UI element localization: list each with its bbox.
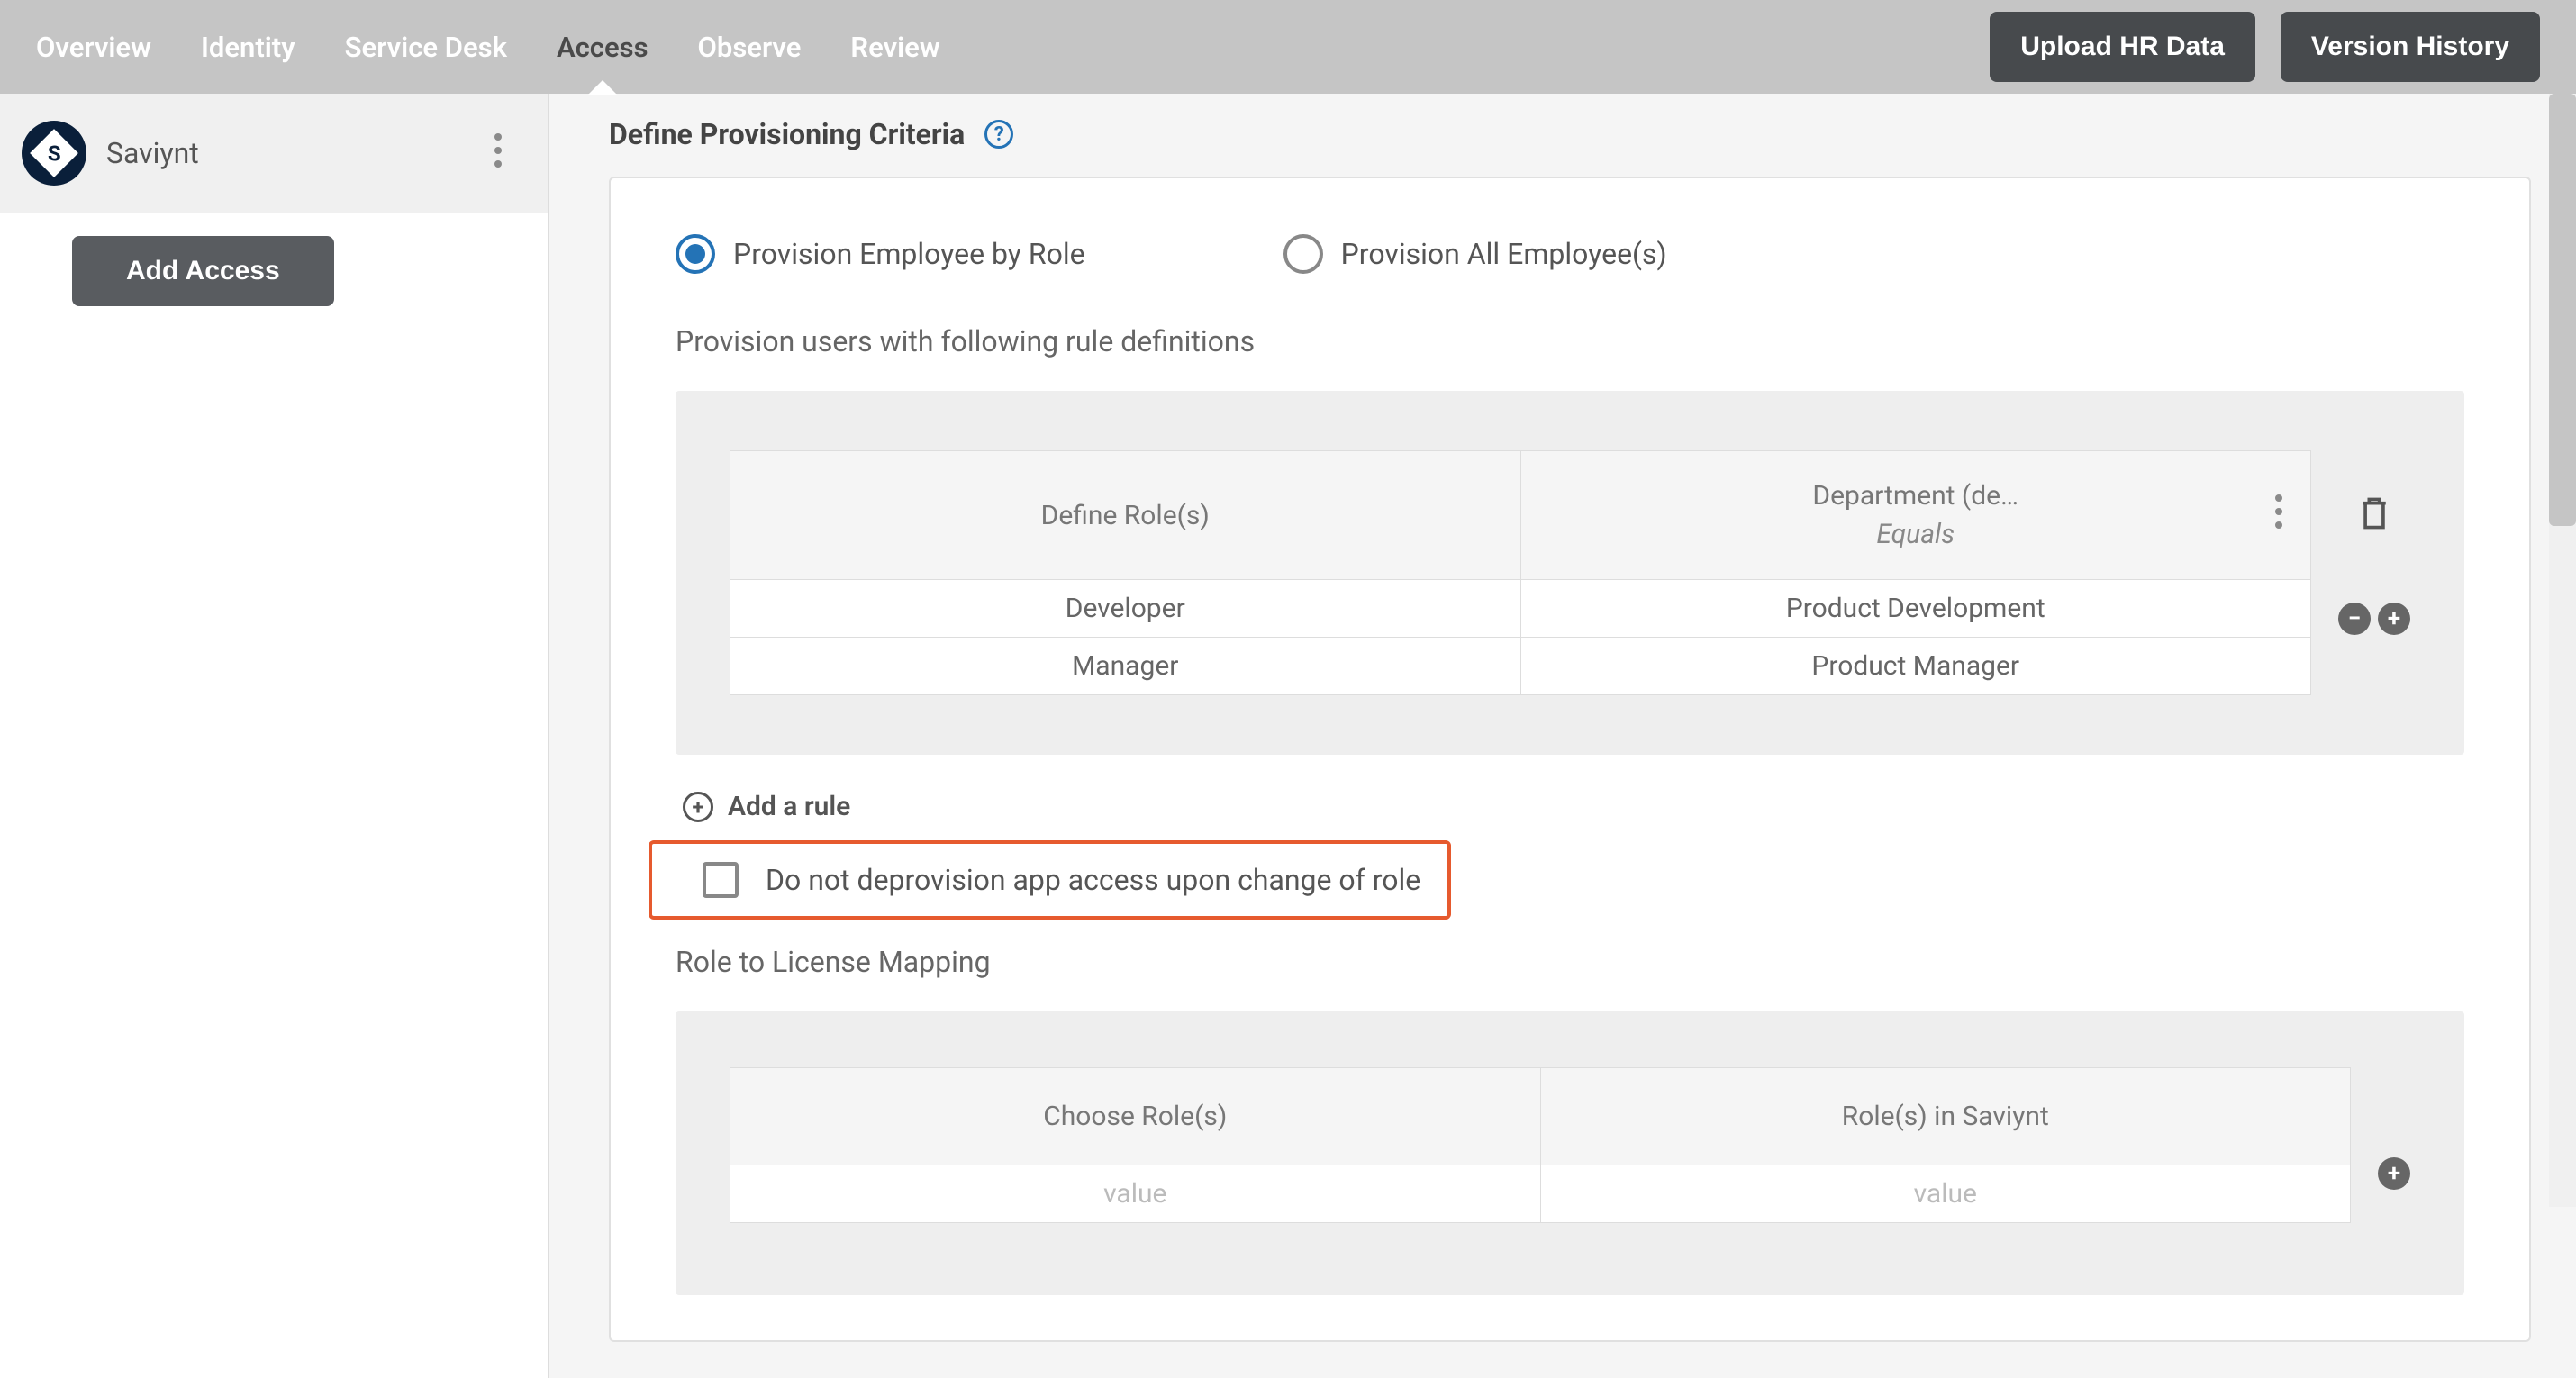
add-access-button[interactable]: Add Access [72, 236, 334, 306]
table-row: Manager Product Manager [730, 638, 2311, 695]
topnav-actions: Upload HR Data Version History [1990, 12, 2540, 82]
app-kebab-icon[interactable] [485, 123, 512, 184]
scrollbar-thumb[interactable] [2549, 94, 2576, 526]
rule-header-dept-text: Department (de… [1812, 480, 2018, 512]
cell-dept[interactable]: Product Manager [1520, 638, 2311, 695]
version-history-button[interactable]: Version History [2281, 12, 2540, 82]
topnav-tabs: Overview Identity Service Desk Access Ob… [36, 0, 1990, 94]
plus-circle-icon: + [683, 792, 713, 822]
tab-observe[interactable]: Observe [698, 0, 802, 94]
add-rule-button[interactable]: + Add a rule [676, 791, 2464, 822]
scrollbar[interactable] [2549, 94, 2576, 1207]
add-mapping-row-icon[interactable]: + [2378, 1157, 2410, 1190]
rule-header-roles[interactable]: Define Role(s) [730, 451, 1521, 580]
rule-header-dept-sub: Equals [1876, 519, 1955, 550]
map-header-roles-in-app[interactable]: Role(s) in Saviynt [1540, 1068, 2351, 1165]
add-row-icon[interactable]: + [2378, 603, 2410, 635]
upload-hr-data-button[interactable]: Upload HR Data [1990, 12, 2255, 82]
section-title: Define Provisioning Criteria [609, 117, 965, 151]
mapping-block: Choose Role(s) Role(s) in Saviynt value … [676, 1011, 2464, 1295]
sidebar: S Saviynt Add Access [0, 94, 549, 1378]
app-logo-letter: S [48, 141, 61, 166]
table-row: value value [730, 1165, 2351, 1223]
main-content: Define Provisioning Criteria ? Provision… [549, 94, 2576, 1378]
cell-role[interactable]: Manager [730, 638, 1521, 695]
radio-provision-all[interactable]: Provision All Employee(s) [1283, 234, 1667, 274]
radio-icon [1283, 234, 1323, 274]
deprovision-checkbox-row: Do not deprovision app access upon chang… [649, 840, 1451, 920]
app-name: Saviynt [106, 136, 465, 170]
tab-review[interactable]: Review [850, 0, 939, 94]
cell-dept[interactable]: Product Development [1520, 580, 2311, 638]
app-logo: S [22, 121, 86, 186]
radio-label: Provision All Employee(s) [1341, 237, 1667, 271]
cell-role-in-app[interactable]: value [1540, 1165, 2351, 1223]
tab-overview[interactable]: Overview [36, 0, 151, 94]
add-rule-label: Add a rule [728, 791, 850, 822]
rule-subtext: Provision users with following rule defi… [676, 324, 2464, 358]
radio-icon [676, 234, 715, 274]
tab-service-desk[interactable]: Service Desk [345, 0, 507, 94]
deprovision-checkbox-label: Do not deprovision app access upon chang… [766, 863, 1420, 897]
rule-header-department[interactable]: Department (de… Equals [1520, 451, 2311, 580]
provisioning-card: Provision Employee by Role Provision All… [609, 177, 2531, 1342]
radio-group: Provision Employee by Role Provision All… [676, 234, 2464, 274]
radio-provision-by-role[interactable]: Provision Employee by Role [676, 234, 1085, 274]
help-icon[interactable]: ? [984, 120, 1013, 149]
delete-rule-icon[interactable] [2350, 486, 2399, 547]
table-row: Developer Product Development [730, 580, 2311, 638]
top-navigation: Overview Identity Service Desk Access Ob… [0, 0, 2576, 94]
cell-role[interactable]: Developer [730, 580, 1521, 638]
rule-block: Define Role(s) Department (de… Equals [676, 391, 2464, 755]
mapping-table: Choose Role(s) Role(s) in Saviynt value … [730, 1067, 2351, 1223]
sidebar-app-row: S Saviynt [0, 94, 548, 213]
column-kebab-icon[interactable] [2274, 494, 2283, 537]
map-header-choose-roles[interactable]: Choose Role(s) [730, 1068, 1541, 1165]
cell-choose-role[interactable]: value [730, 1165, 1541, 1223]
mapping-section-title: Role to License Mapping [676, 945, 2464, 979]
tab-access[interactable]: Access [557, 0, 649, 94]
rule-table: Define Role(s) Department (de… Equals [730, 450, 2311, 695]
deprovision-checkbox[interactable] [703, 862, 739, 898]
section-header: Define Provisioning Criteria ? [609, 117, 2531, 151]
tab-identity[interactable]: Identity [201, 0, 295, 94]
remove-row-icon[interactable]: − [2338, 603, 2371, 635]
radio-label: Provision Employee by Role [733, 237, 1085, 271]
